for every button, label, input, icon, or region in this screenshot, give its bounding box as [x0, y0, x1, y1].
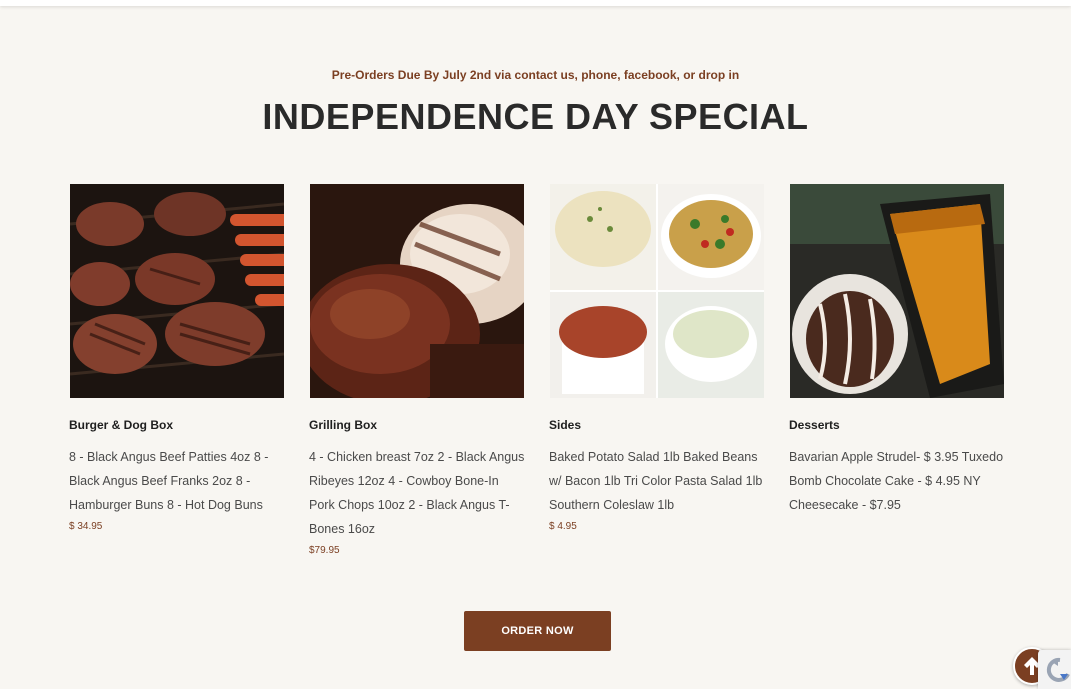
product-grid: Burger & Dog Box 8 - Black Angus Beef Pa… — [69, 184, 1009, 564]
product-image-burgers-hotdogs[interactable] — [70, 184, 284, 398]
product-name[interactable]: Desserts — [789, 417, 1005, 433]
order-now-button[interactable]: ORDER NOW — [464, 611, 611, 651]
recaptcha-icon — [1046, 657, 1070, 682]
page: Pre-Orders Due By July 2nd via contact u… — [0, 0, 1071, 689]
product-card-sides[interactable]: Sides Baked Potato Salad 1lb Baked Beans… — [549, 184, 765, 534]
recaptcha-badge[interactable] — [1038, 650, 1071, 689]
preorder-notice: Pre-Orders Due By July 2nd via contact u… — [331, 68, 740, 82]
product-description: 8 - Black Angus Beef Patties 4oz 8 - Bla… — [69, 450, 269, 512]
header-bar — [0, 0, 1071, 6]
product-image-grilled-meats[interactable] — [310, 184, 524, 398]
product-image-desserts[interactable] — [790, 184, 1004, 398]
product-price: $79.95 — [309, 545, 340, 556]
product-price: $ 4.95 — [549, 521, 577, 532]
product-card-burger-dog-box[interactable]: Burger & Dog Box 8 - Black Angus Beef Pa… — [69, 184, 285, 534]
product-name[interactable]: Sides — [549, 417, 765, 433]
product-name[interactable]: Grilling Box — [309, 417, 525, 433]
product-description: Bavarian Apple Strudel- $ 3.95 Tuxedo Bo… — [789, 450, 1004, 512]
product-card-desserts[interactable]: Desserts Bavarian Apple Strudel- $ 3.95 … — [789, 184, 1005, 520]
product-image-sides[interactable] — [550, 184, 764, 398]
section-title: INDEPENDENCE DAY SPECIAL — [262, 96, 809, 137]
product-card-grilling-box[interactable]: Grilling Box 4 - Chicken breast 7oz 2 - … — [309, 184, 525, 558]
product-price: $ 34.95 — [69, 521, 103, 532]
product-name[interactable]: Burger & Dog Box — [69, 417, 285, 433]
product-description: Baked Potato Salad 1lb Baked Beans w/ Ba… — [549, 450, 763, 512]
product-description: 4 - Chicken breast 7oz 2 - Black Angus R… — [309, 450, 525, 536]
